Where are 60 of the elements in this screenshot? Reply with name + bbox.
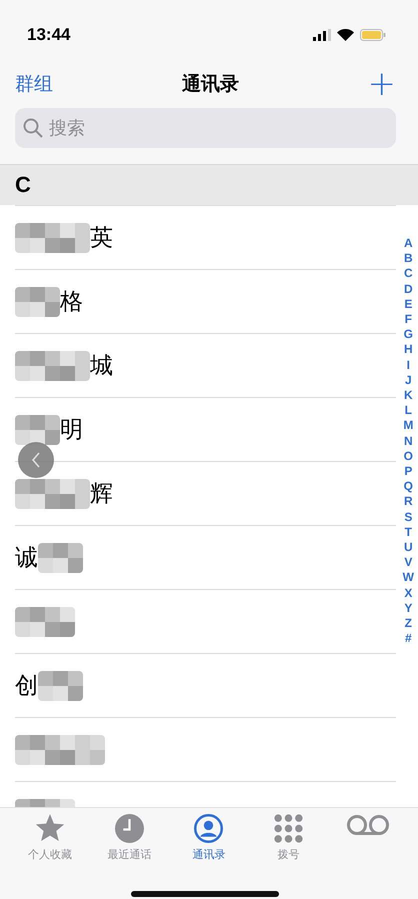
- index-letter[interactable]: V: [404, 555, 412, 570]
- chevron-left-icon: [31, 452, 41, 468]
- search-icon: [23, 118, 43, 138]
- index-letter[interactable]: H: [404, 342, 413, 358]
- index-letter[interactable]: C: [404, 266, 413, 282]
- index-letter[interactable]: M: [403, 418, 414, 434]
- index-letter[interactable]: B: [404, 251, 413, 266]
- contact-name[interactable]: 明: [60, 414, 83, 445]
- index-letter[interactable]: S: [404, 510, 412, 525]
- contact-name[interactable]: 辉: [90, 478, 113, 509]
- tab-bar-item[interactable]: 最近通话: [90, 814, 170, 866]
- contact-name[interactable]: 创: [15, 670, 38, 701]
- index-letter[interactable]: E: [404, 296, 412, 312]
- star-icon: [34, 814, 65, 843]
- tab-bar-item[interactable]: 通讯录: [169, 814, 249, 866]
- index-letter[interactable]: J: [404, 372, 412, 388]
- person-icon: [194, 814, 224, 843]
- status-time: 13:44: [27, 25, 70, 45]
- index-letter[interactable]: U: [404, 540, 413, 556]
- index-letter[interactable]: O: [404, 448, 413, 464]
- index-letter[interactable]: #: [404, 631, 412, 646]
- index-letter[interactable]: Y: [404, 600, 412, 616]
- index-letter[interactable]: P: [404, 464, 412, 480]
- mosaic-blur: [38, 542, 83, 572]
- floating-back-button[interactable]: [18, 442, 54, 478]
- add-button[interactable]: +: [368, 70, 396, 98]
- tab-bar-item[interactable]: 拨号: [248, 814, 328, 866]
- search-field[interactable]: 搜索: [15, 108, 396, 148]
- index-letter[interactable]: X: [404, 586, 412, 601]
- voicemail-icon: [347, 814, 390, 836]
- contact-name[interactable]: 城: [90, 350, 113, 381]
- tab-bar-item[interactable]: 个人收藏: [10, 814, 90, 866]
- index-letter[interactable]: G: [404, 327, 413, 342]
- groups-link[interactable]: 群组: [15, 71, 53, 97]
- index-letter[interactable]: Z: [404, 616, 412, 632]
- index-letter[interactable]: D: [404, 282, 413, 297]
- mosaic-blur: [15, 606, 75, 636]
- mosaic-blur: [15, 414, 60, 444]
- mosaic-blur: [15, 286, 60, 316]
- contact-name[interactable]: 格: [60, 286, 83, 317]
- keypad-icon: [274, 814, 304, 843]
- section-letter: C: [15, 172, 31, 198]
- contact-name[interactable]: 诚: [15, 542, 38, 573]
- wifi-icon: [337, 29, 354, 41]
- index-letter[interactable]: R: [404, 494, 413, 510]
- index-letter[interactable]: N: [404, 434, 413, 449]
- index-letter[interactable]: T: [404, 524, 412, 540]
- index-letter[interactable]: L: [404, 403, 412, 418]
- index-letter[interactable]: A: [404, 236, 413, 252]
- page-title: 通讯录: [182, 72, 239, 97]
- mosaic-blur: [38, 670, 83, 700]
- index-letter[interactable]: K: [404, 388, 413, 404]
- index-letter[interactable]: Q: [404, 479, 413, 494]
- index-letter[interactable]: W: [402, 570, 414, 586]
- contact-name[interactable]: 英: [90, 222, 113, 253]
- index-letter[interactable]: I: [406, 358, 410, 373]
- battery-icon: [360, 29, 386, 41]
- clock-icon: [114, 814, 144, 843]
- index-letter[interactable]: F: [404, 312, 412, 328]
- signal-icon: [313, 29, 331, 41]
